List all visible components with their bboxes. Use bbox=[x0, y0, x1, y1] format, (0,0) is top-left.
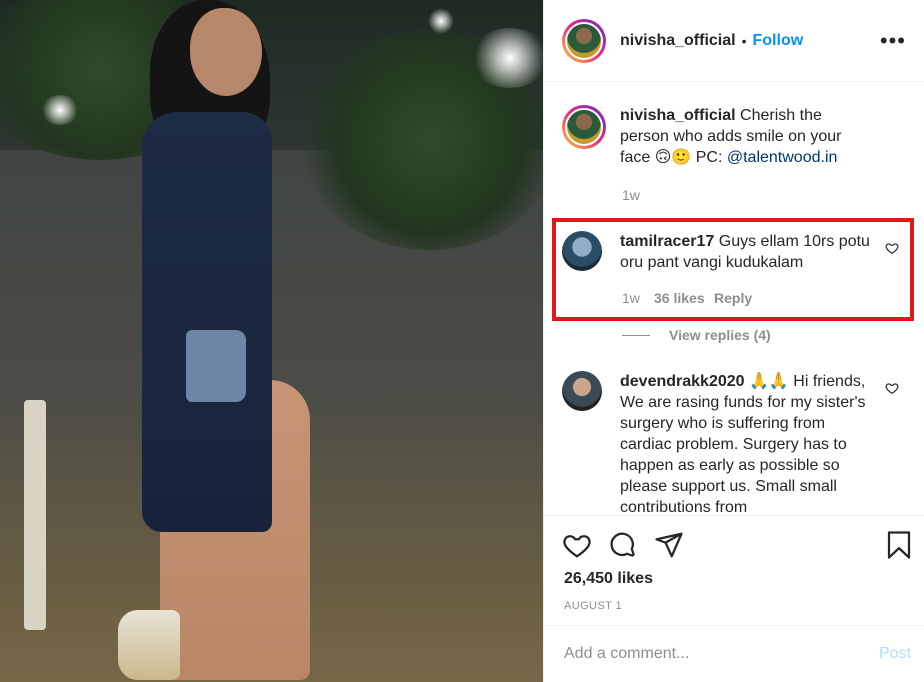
comment-username[interactable]: devendrakk2020 bbox=[620, 373, 745, 390]
photo-street-light bbox=[428, 8, 454, 34]
post-side-panel: nivisha_official • Follow ••• nivisha_of… bbox=[543, 0, 924, 682]
avatar[interactable] bbox=[562, 105, 606, 149]
avatar[interactable] bbox=[562, 18, 606, 63]
comment-body: devendrakk2020 🙏🙏 Hi friends, We are ras… bbox=[620, 371, 870, 515]
photo-person-shorts bbox=[186, 330, 246, 402]
small-heart-icon[interactable] bbox=[885, 381, 899, 395]
add-comment-bar: Post bbox=[544, 625, 924, 682]
caption-mention[interactable]: @talentwood.in bbox=[727, 149, 838, 166]
caption-username[interactable]: nivisha_official bbox=[620, 107, 736, 124]
reply-button[interactable]: Reply bbox=[714, 290, 752, 306]
share-icon[interactable] bbox=[654, 530, 684, 560]
comment-input[interactable] bbox=[564, 645, 879, 663]
header-separator: • bbox=[741, 32, 747, 49]
photo-curb bbox=[24, 400, 46, 630]
caption-time: 1w bbox=[622, 187, 640, 203]
comment-item: tamilracer17 Guys ellam 10rs potu oru pa… bbox=[562, 231, 912, 273]
view-replies-button[interactable]: View replies (4) bbox=[669, 327, 771, 343]
likes-count[interactable]: 26,450 likes bbox=[564, 570, 653, 588]
avatar[interactable] bbox=[562, 371, 602, 411]
instagram-post: nivisha_official • Follow ••• nivisha_of… bbox=[0, 0, 924, 682]
post-photo[interactable] bbox=[0, 0, 543, 682]
more-options-icon[interactable]: ••• bbox=[880, 28, 906, 54]
comment-likes[interactable]: 36 likes bbox=[654, 290, 705, 306]
photo-street-light bbox=[40, 95, 80, 125]
comment-item: devendrakk2020 🙏🙏 Hi friends, We are ras… bbox=[562, 371, 912, 515]
avatar[interactable] bbox=[562, 231, 602, 271]
comments-list[interactable]: nivisha_official Cherish the person who … bbox=[544, 83, 924, 515]
bookmark-icon[interactable] bbox=[884, 530, 914, 560]
post-button[interactable]: Post bbox=[879, 645, 911, 663]
comment-text: 🙏🙏 Hi friends, We are rasing funds for m… bbox=[620, 373, 866, 515]
post-header: nivisha_official • Follow ••• bbox=[544, 0, 924, 82]
small-heart-icon[interactable] bbox=[885, 241, 899, 255]
caption-body: nivisha_official Cherish the person who … bbox=[620, 105, 870, 168]
post-date: AUGUST 1 bbox=[564, 600, 623, 612]
comment-body: tamilracer17 Guys ellam 10rs potu oru pa… bbox=[620, 231, 870, 273]
post-actions: 26,450 likes AUGUST 1 bbox=[544, 515, 924, 625]
replies-divider bbox=[622, 335, 650, 336]
comment-icon[interactable] bbox=[608, 530, 638, 560]
photo-person-dress bbox=[142, 112, 272, 532]
photo-street-light bbox=[470, 28, 543, 88]
follow-button[interactable]: Follow bbox=[753, 32, 804, 50]
photo-person-face bbox=[190, 8, 262, 96]
comment-time: 1w bbox=[622, 290, 640, 306]
header-username[interactable]: nivisha_official bbox=[620, 32, 736, 50]
caption: nivisha_official Cherish the person who … bbox=[562, 105, 912, 168]
heart-icon[interactable] bbox=[562, 530, 592, 560]
header-user: nivisha_official • Follow bbox=[620, 32, 803, 50]
photo-person-shoe bbox=[118, 610, 180, 680]
comment-username[interactable]: tamilracer17 bbox=[620, 233, 714, 250]
